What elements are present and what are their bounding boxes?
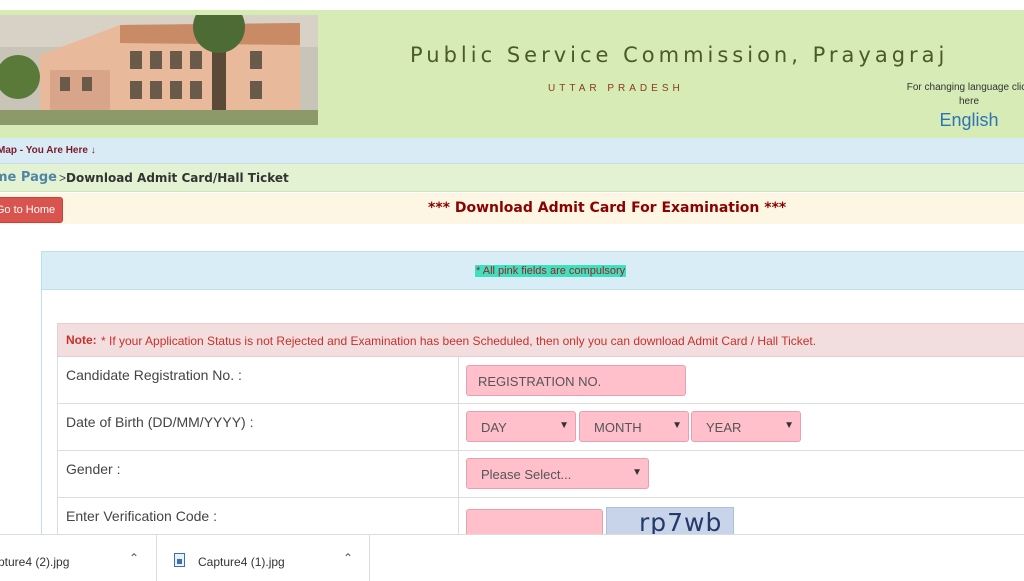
downloads-bar: pture4 (2).jpg ⌃ Capture4 (1).jpg ⌃ — [0, 534, 1024, 581]
sitemap-label: Map - You Are Here ↓ — [0, 145, 96, 156]
breadcrumb-separator: > — [59, 171, 67, 185]
download-item[interactable]: pture4 (2).jpg ⌃ — [0, 535, 157, 581]
dob-row: Date of Birth (DD/MM/YYYY) : DAY ▼ MONTH… — [57, 404, 1024, 451]
page-title: *** Download Admit Card For Examination … — [428, 200, 787, 216]
download-file-name: Capture4 (1).jpg — [198, 555, 285, 569]
chevron-down-icon: ▼ — [784, 420, 794, 431]
gender-label: Gender : — [66, 461, 121, 477]
chevron-up-icon[interactable]: ⌃ — [129, 551, 139, 565]
dob-year-select[interactable]: YEAR ▼ — [691, 411, 801, 442]
site-header: Public Service Commission, Prayagraj UTT… — [0, 10, 1024, 138]
state-subtitle: UTTAR PRADESH — [548, 83, 684, 94]
file-image-icon — [174, 553, 185, 567]
dob-month-value: MONTH — [594, 420, 642, 435]
go-to-home-button[interactable]: Go to Home — [0, 197, 63, 223]
chevron-down-icon: ▼ — [632, 467, 642, 478]
compulsory-note: * All pink fields are compulsory — [475, 265, 627, 277]
chevron-down-icon: ▼ — [559, 420, 569, 431]
download-file-name: pture4 (2).jpg — [0, 555, 70, 569]
registration-label: Candidate Registration No. : — [66, 367, 242, 383]
breadcrumb-current: Download Admit Card/Hall Ticket — [66, 171, 289, 185]
chevron-down-icon: ▼ — [672, 420, 682, 431]
dob-day-select[interactable]: DAY ▼ — [466, 411, 576, 442]
gender-value: Please Select... — [481, 467, 572, 482]
note-row: Note: * If your Application Status is no… — [57, 323, 1024, 357]
registration-row: Candidate Registration No. : REGISTRATIO… — [57, 357, 1024, 404]
panel-heading: * All pink fields are compulsory — [42, 252, 1024, 290]
dob-label: Date of Birth (DD/MM/YYYY) : — [66, 414, 254, 430]
dob-day-value: DAY — [481, 420, 507, 435]
commission-title: Public Service Commission, Prayagraj — [410, 43, 949, 67]
breadcrumb-home-link[interactable]: me Page — [0, 170, 57, 185]
column-divider — [458, 404, 459, 450]
verification-label: Enter Verification Code : — [66, 508, 217, 524]
page-heading-bar: Go to Home *** Download Admit Card For E… — [0, 193, 1024, 224]
column-divider — [458, 357, 459, 403]
gender-row: Gender : Please Select... ▼ — [57, 451, 1024, 498]
dob-year-value: YEAR — [706, 420, 742, 435]
building-photo — [0, 15, 318, 125]
note-label: Note: — [66, 333, 97, 347]
column-divider — [458, 451, 459, 497]
top-strip — [0, 0, 1024, 10]
breadcrumb: me Page > Download Admit Card/Hall Ticke… — [0, 164, 1024, 192]
registration-input[interactable]: REGISTRATION NO. — [466, 365, 686, 396]
note-text: * If your Application Status is not Reje… — [101, 334, 817, 348]
sitemap-bar: Map - You Are Here ↓ — [0, 138, 1024, 164]
gender-select[interactable]: Please Select... ▼ — [466, 458, 649, 489]
dob-month-select[interactable]: MONTH ▼ — [579, 411, 689, 442]
language-link-english[interactable]: English — [905, 110, 1024, 131]
captcha-text: rp7wb — [639, 508, 723, 537]
language-note: For changing language click here — [906, 82, 1024, 107]
chevron-up-icon[interactable]: ⌃ — [343, 551, 353, 565]
download-item[interactable]: Capture4 (1).jpg ⌃ — [157, 535, 370, 581]
